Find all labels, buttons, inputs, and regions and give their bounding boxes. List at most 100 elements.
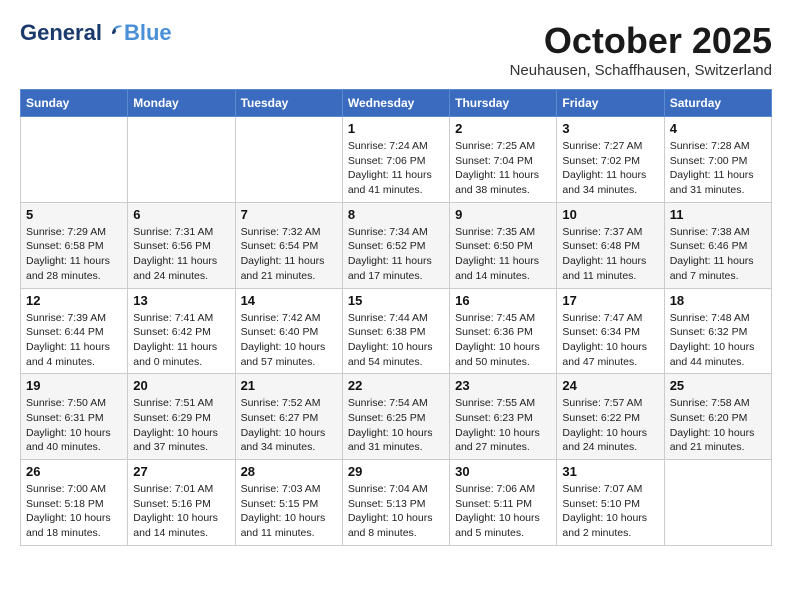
day-number: 29 [348,464,444,479]
day-number: 4 [670,121,766,136]
day-info: Sunrise: 7:38 AM Sunset: 6:46 PM Dayligh… [670,225,766,284]
day-number: 12 [26,293,122,308]
calendar-week-4: 19 Sunrise: 7:50 AM Sunset: 6:31 PM Dayli… [21,374,772,460]
calendar-week-5: 26Sunrise: 7:00 AM Sunset: 5:18 PM Dayli… [21,460,772,546]
day-info: Sunrise: 7:51 AM Sunset: 6:29 PM Dayligh… [133,396,229,455]
calendar-cell [21,117,128,203]
calendar-cell: 22 Sunrise: 7:54 AM Sunset: 6:25 PM Dayli… [342,374,449,460]
location-text: Neuhausen, Schaffhausen, Switzerland [510,62,772,79]
calendar-cell: 11 Sunrise: 7:38 AM Sunset: 6:46 PM Dayli… [664,202,771,288]
calendar-cell: 7Sunrise: 7:32 AM Sunset: 6:54 PM Daylig… [235,202,342,288]
calendar-cell: 6Sunrise: 7:31 AM Sunset: 6:56 PM Daylig… [128,202,235,288]
calendar-cell: 25 Sunrise: 7:58 AM Sunset: 6:20 PM Dayli… [664,374,771,460]
calendar-cell: 21Sunrise: 7:52 AM Sunset: 6:27 PM Dayli… [235,374,342,460]
calendar-cell: 27 Sunrise: 7:01 AM Sunset: 5:16 PM Dayli… [128,460,235,546]
calendar-cell: 23Sunrise: 7:55 AM Sunset: 6:23 PM Dayli… [450,374,557,460]
calendar-cell: 12Sunrise: 7:39 AM Sunset: 6:44 PM Dayli… [21,288,128,374]
day-number: 19 [26,378,122,393]
calendar-cell: 15 Sunrise: 7:44 AM Sunset: 6:38 PM Dayli… [342,288,449,374]
weekday-header-wednesday: Wednesday [342,90,449,117]
calendar-week-2: 5 Sunrise: 7:29 AM Sunset: 6:58 PM Daylig… [21,202,772,288]
day-number: 16 [455,293,551,308]
calendar-cell: 9Sunrise: 7:35 AM Sunset: 6:50 PM Daylig… [450,202,557,288]
calendar-cell: 4Sunrise: 7:28 AM Sunset: 7:00 PM Daylig… [664,117,771,203]
day-info: Sunrise: 7:37 AM Sunset: 6:48 PM Dayligh… [562,225,658,284]
day-info: Sunrise: 7:04 AM Sunset: 5:13 PM Dayligh… [348,482,444,541]
day-info: Sunrise: 7:31 AM Sunset: 6:56 PM Dayligh… [133,225,229,284]
day-info: Sunrise: 7:54 AM Sunset: 6:25 PM Dayligh… [348,396,444,455]
calendar-cell: 19 Sunrise: 7:50 AM Sunset: 6:31 PM Dayli… [21,374,128,460]
day-info: Sunrise: 7:32 AM Sunset: 6:54 PM Dayligh… [241,225,337,284]
day-number: 28 [241,464,337,479]
day-number: 17 [562,293,658,308]
day-number: 30 [455,464,551,479]
calendar-cell [664,460,771,546]
weekday-header-tuesday: Tuesday [235,90,342,117]
calendar-cell: 10 Sunrise: 7:37 AM Sunset: 6:48 PM Dayli… [557,202,664,288]
logo-blue-text: Blue [124,20,172,46]
logo-general-text: General [20,20,102,46]
day-info: Sunrise: 7:34 AM Sunset: 6:52 PM Dayligh… [348,225,444,284]
weekday-header-friday: Friday [557,90,664,117]
calendar-cell: 28 Sunrise: 7:03 AM Sunset: 5:15 PM Dayli… [235,460,342,546]
day-info: Sunrise: 7:35 AM Sunset: 6:50 PM Dayligh… [455,225,551,284]
month-title: October 2025 [510,20,772,62]
weekday-header-sunday: Sunday [21,90,128,117]
day-info: Sunrise: 7:27 AM Sunset: 7:02 PM Dayligh… [562,139,658,198]
calendar-cell: 8 Sunrise: 7:34 AM Sunset: 6:52 PM Daylig… [342,202,449,288]
day-number: 25 [670,378,766,393]
day-number: 21 [241,378,337,393]
calendar-cell: 13 Sunrise: 7:41 AM Sunset: 6:42 PM Dayli… [128,288,235,374]
day-info: Sunrise: 7:58 AM Sunset: 6:20 PM Dayligh… [670,396,766,455]
day-info: Sunrise: 7:29 AM Sunset: 6:58 PM Dayligh… [26,225,122,284]
day-info: Sunrise: 7:41 AM Sunset: 6:42 PM Dayligh… [133,311,229,370]
calendar-cell: 30 Sunrise: 7:06 AM Sunset: 5:11 PM Dayli… [450,460,557,546]
weekday-header-row: SundayMondayTuesdayWednesdayThursdayFrid… [21,90,772,117]
day-info: Sunrise: 7:06 AM Sunset: 5:11 PM Dayligh… [455,482,551,541]
day-info: Sunrise: 7:01 AM Sunset: 5:16 PM Dayligh… [133,482,229,541]
day-number: 31 [562,464,658,479]
calendar-cell [235,117,342,203]
title-section: October 2025 Neuhausen, Schaffhausen, Sw… [510,20,772,79]
day-info: Sunrise: 7:00 AM Sunset: 5:18 PM Dayligh… [26,482,122,541]
day-number: 24 [562,378,658,393]
day-number: 5 [26,207,122,222]
logo-bird-icon [104,23,124,43]
calendar-cell: 29 Sunrise: 7:04 AM Sunset: 5:13 PM Dayli… [342,460,449,546]
day-number: 11 [670,207,766,222]
day-info: Sunrise: 7:25 AM Sunset: 7:04 PM Dayligh… [455,139,551,198]
day-number: 22 [348,378,444,393]
day-number: 8 [348,207,444,222]
calendar-cell: 5 Sunrise: 7:29 AM Sunset: 6:58 PM Daylig… [21,202,128,288]
day-number: 27 [133,464,229,479]
calendar-week-1: 1 Sunrise: 7:24 AM Sunset: 7:06 PM Daylig… [21,117,772,203]
day-number: 1 [348,121,444,136]
calendar-cell: 26Sunrise: 7:00 AM Sunset: 5:18 PM Dayli… [21,460,128,546]
day-info: Sunrise: 7:03 AM Sunset: 5:15 PM Dayligh… [241,482,337,541]
weekday-header-saturday: Saturday [664,90,771,117]
day-number: 10 [562,207,658,222]
calendar-cell: 1 Sunrise: 7:24 AM Sunset: 7:06 PM Daylig… [342,117,449,203]
calendar-cell: 24 Sunrise: 7:57 AM Sunset: 6:22 PM Dayli… [557,374,664,460]
day-number: 13 [133,293,229,308]
day-info: Sunrise: 7:24 AM Sunset: 7:06 PM Dayligh… [348,139,444,198]
day-number: 14 [241,293,337,308]
day-info: Sunrise: 7:07 AM Sunset: 5:10 PM Dayligh… [562,482,658,541]
calendar-cell: 17 Sunrise: 7:47 AM Sunset: 6:34 PM Dayli… [557,288,664,374]
calendar-cell: 31 Sunrise: 7:07 AM Sunset: 5:10 PM Dayli… [557,460,664,546]
calendar-cell: 20Sunrise: 7:51 AM Sunset: 6:29 PM Dayli… [128,374,235,460]
calendar-cell: 3Sunrise: 7:27 AM Sunset: 7:02 PM Daylig… [557,117,664,203]
day-info: Sunrise: 7:47 AM Sunset: 6:34 PM Dayligh… [562,311,658,370]
day-info: Sunrise: 7:57 AM Sunset: 6:22 PM Dayligh… [562,396,658,455]
calendar-cell: 16 Sunrise: 7:45 AM Sunset: 6:36 PM Dayli… [450,288,557,374]
day-info: Sunrise: 7:42 AM Sunset: 6:40 PM Dayligh… [241,311,337,370]
day-number: 23 [455,378,551,393]
day-info: Sunrise: 7:44 AM Sunset: 6:38 PM Dayligh… [348,311,444,370]
day-number: 2 [455,121,551,136]
weekday-header-thursday: Thursday [450,90,557,117]
calendar-week-3: 12Sunrise: 7:39 AM Sunset: 6:44 PM Dayli… [21,288,772,374]
weekday-header-monday: Monday [128,90,235,117]
day-number: 15 [348,293,444,308]
day-info: Sunrise: 7:45 AM Sunset: 6:36 PM Dayligh… [455,311,551,370]
day-info: Sunrise: 7:50 AM Sunset: 6:31 PM Dayligh… [26,396,122,455]
